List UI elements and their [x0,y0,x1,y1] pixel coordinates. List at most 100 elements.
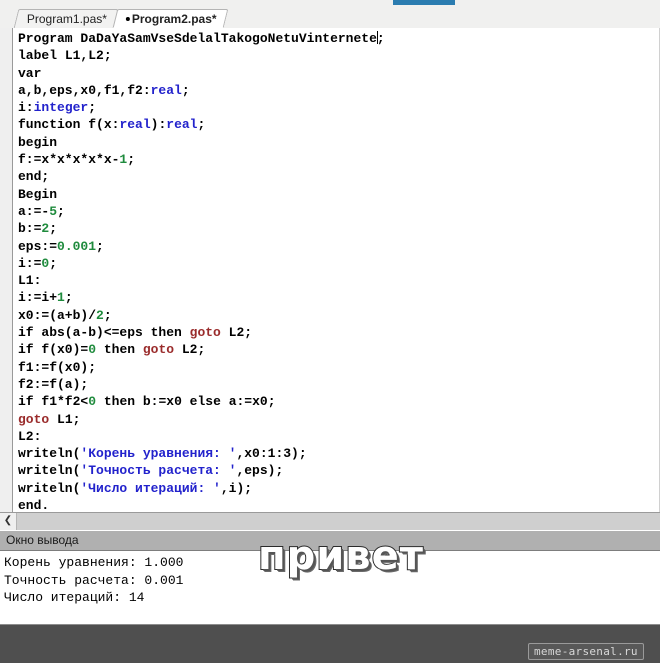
editor-tab-bar: Program1.pas* Program2.pas* [0,8,660,29]
code-token: Begin [18,186,58,202]
code-token: then [150,325,190,341]
code-line: if f1*f2<0 then b:=x0 else a:=x0; [18,393,385,410]
code-token: ,eps); [236,463,284,479]
code-token: abs(a-b)<=eps [41,325,151,341]
code-token: then [103,394,143,410]
code-token: goto [18,411,58,427]
code-token: ; [88,100,97,116]
code-token: eps:= [18,238,58,254]
code-line: x0:=(a+b)/2; [18,307,385,324]
code-line: end. [18,497,385,512]
code-line: var [18,65,385,82]
code-token: ; [57,203,65,219]
code-token: writeln( [18,463,81,479]
code-line: if abs(a-b)<=eps then goto L2; [18,324,385,341]
code-token: L1,L2; [64,48,112,64]
code-token: function [18,117,89,133]
code-token: f2:=f(a); [18,376,89,392]
output-line: Корень уравнения: 1.000 [4,555,184,570]
code-line: a:=-5; [18,203,385,220]
code-line: writeln('Число итераций: ',i); [18,480,385,497]
code-token: f(x0)= [41,342,89,358]
code-line: f2:=f(a); [18,376,385,393]
code-token: f1:=f(x0); [18,359,97,375]
scroll-left-arrow-icon[interactable]: ❮ [0,513,17,530]
code-token: ; [64,290,73,306]
code-token: f1*f2< [41,394,89,410]
code-token: L1: [18,273,42,289]
code-token: i:=i+ [18,290,58,306]
code-token: if [18,394,42,410]
code-token: end; [18,169,50,185]
code-token: 5 [49,203,58,219]
tab-program1[interactable]: Program1.pas* [13,9,119,28]
code-line: begin [18,134,385,151]
tab-program2-inner: Program2.pas* [125,10,217,28]
code-token: i: [18,100,34,116]
code-token: 0 [88,342,97,358]
code-token: 0.001 [57,238,97,254]
code-token: f(x: [88,117,120,133]
code-token: ; [181,82,190,98]
code-token: 2 [96,307,104,323]
tab-program2[interactable]: Program2.pas* [112,9,229,28]
code-token: begin [18,134,58,150]
code-token: goto [189,325,229,341]
editor-gutter [0,28,13,512]
code-token: writeln( [18,446,81,462]
code-token: 'Число итераций: ' [80,480,221,496]
code-token: a:=x0; [228,394,276,410]
code-token: L1; [57,411,81,427]
code-token: goto [142,342,182,358]
code-line: a,b,eps,x0,f1,f2:real; [18,82,385,99]
output-line: Число итераций: 14 [4,590,145,605]
code-token: DaDaYaSamVseSdelalTakogoNetuVinternete [80,31,377,46]
code-line: b:=2; [18,220,385,237]
code-token: 'Корень уравнения: ' [80,446,237,462]
accent-bar [393,0,455,5]
code-token: ; [376,31,385,46]
code-line: if f(x0)=0 then goto L2; [18,341,385,358]
tab-program1-label: Program1.pas* [26,12,107,26]
code-token: L2; [228,325,253,341]
code-token: ,i); [220,480,253,496]
code-token: ; [103,307,112,323]
top-strip [0,0,660,8]
code-token: else [189,394,229,410]
code-token: label [18,48,65,64]
code-line: Begin [18,186,385,203]
code-token: ): [150,117,167,133]
code-token: x0:=(a+b)/ [18,307,97,323]
code-token: var [18,65,42,81]
code-line: L2: [18,428,385,445]
code-token: f:=x*x*x*x*x- [18,152,120,168]
code-line: writeln('Точность расчета: ',eps); [18,462,385,479]
tab-program2-label: Program2.pas* [131,12,217,26]
code-token: L2: [18,428,42,444]
code-token: 0 [88,394,97,410]
code-line: eps:=0.001; [18,238,385,255]
code-line: L1: [18,272,385,289]
code-token: real [150,82,182,98]
output-line: Точность расчета: 0.001 [4,572,184,588]
code-token: b:=x0 [142,394,190,410]
code-token: if [18,342,42,358]
output-text: Корень уравнения: 1.000 Точность расчета:… [4,554,183,607]
code-token: i:= [18,255,42,271]
code-line: goto L1; [18,411,385,428]
code-editor[interactable]: Program DaDaYaSamVseSdelalTakogoNetuVint… [0,28,660,512]
editor-horizontal-scrollbar[interactable]: ❮ [0,512,660,530]
code-line: end; [18,168,385,185]
code-line: label L1,L2; [18,47,385,64]
code-token: ; [49,221,58,237]
code-token: 'Точность расчета: ' [80,463,237,479]
code-line: writeln('Корень уравнения: ',x0:1:3); [18,445,385,462]
code-token: real [119,117,151,133]
code-token: integer [33,100,89,116]
code-content[interactable]: Program DaDaYaSamVseSdelalTakogoNetuVint… [18,30,385,512]
code-token: ; [96,238,104,254]
code-line: i:=i+1; [18,289,385,306]
code-token: writeln( [18,480,81,496]
code-token: ; [127,152,136,168]
code-token: then [103,342,143,358]
